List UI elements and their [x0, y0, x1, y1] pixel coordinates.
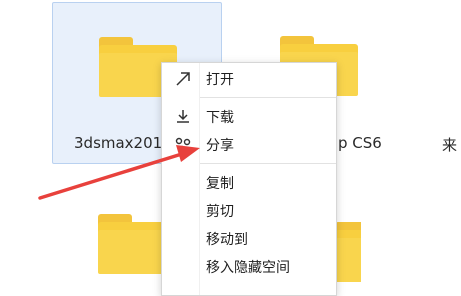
annotation-arrow — [38, 145, 200, 200]
